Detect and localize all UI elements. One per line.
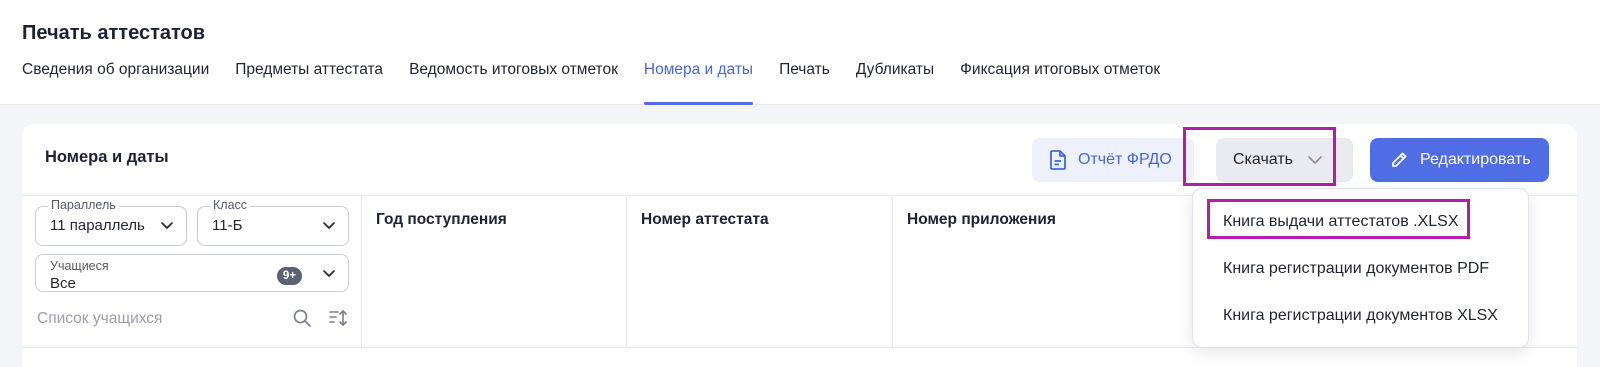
chevron-down-icon [323, 270, 335, 277]
highlight-menu-item [1207, 199, 1470, 239]
tab-numbers-and-dates[interactable]: Номера и даты [643, 58, 754, 105]
column-header-certificate-number: Номер аттестата [641, 211, 769, 228]
column-certificate-number: Номер аттестата [627, 197, 893, 347]
class-value: 11-Б [212, 217, 243, 234]
card-title: Номера и даты [45, 148, 169, 166]
student-list-search[interactable]: Список учащихся [37, 310, 162, 328]
students-value: Все [50, 275, 76, 292]
column-header-admission-year: Год поступления [376, 211, 507, 228]
class-label: Класс [210, 198, 251, 212]
search-icon[interactable] [292, 308, 312, 328]
chevron-down-icon [161, 222, 173, 229]
tab-final-grades-sheet[interactable]: Ведомость итоговых отметок [409, 58, 618, 105]
top-header: Печать аттестатов Сведения об организаци… [0, 0, 1600, 105]
document-icon [1050, 150, 1066, 170]
sort-icon[interactable] [328, 308, 348, 328]
highlight-download-button [1183, 127, 1336, 186]
tab-organization-info[interactable]: Сведения об организации [22, 58, 209, 105]
parallel-value: 11 параллель [50, 217, 145, 234]
column-admission-year: Год поступления [362, 197, 627, 347]
students-select[interactable]: Учащиеся Все 9+ [35, 254, 349, 292]
frdo-report-label: Отчёт ФРДО [1078, 151, 1172, 168]
page-title: Печать аттестатов [22, 22, 206, 44]
frdo-report-button[interactable]: Отчёт ФРДО [1032, 138, 1194, 182]
parallel-select[interactable]: Параллель 11 параллель [35, 198, 187, 246]
card-header: Номера и даты Отчёт ФРДО Скачать Редакти… [22, 124, 1577, 196]
pencil-icon [1392, 152, 1407, 167]
column-header-appendix-number: Номер приложения [907, 211, 1056, 228]
students-count-badge: 9+ [276, 267, 302, 285]
tab-certificate-subjects[interactable]: Предметы аттестата [235, 58, 383, 105]
chevron-down-icon [323, 222, 335, 229]
edit-label: Редактировать [1420, 151, 1531, 168]
tab-duplicates[interactable]: Дубликаты [856, 58, 934, 105]
tab-bar: Сведения об организации Предметы аттеста… [22, 58, 1186, 105]
column-appendix-number: Номер приложения [893, 197, 1193, 347]
students-label: Учащиеся [50, 259, 109, 273]
menu-item-registration-book-xlsx[interactable]: Книга регистрации документов XLSX [1223, 307, 1498, 325]
menu-item-registration-book-pdf[interactable]: Книга регистрации документов PDF [1223, 260, 1489, 278]
tab-final-grades-fixation[interactable]: Фиксация итоговых отметок [960, 58, 1160, 105]
edit-button[interactable]: Редактировать [1370, 138, 1549, 182]
tab-print[interactable]: Печать [779, 58, 830, 105]
class-select[interactable]: Класс 11-Б [197, 198, 349, 246]
parallel-label: Параллель [48, 198, 119, 212]
